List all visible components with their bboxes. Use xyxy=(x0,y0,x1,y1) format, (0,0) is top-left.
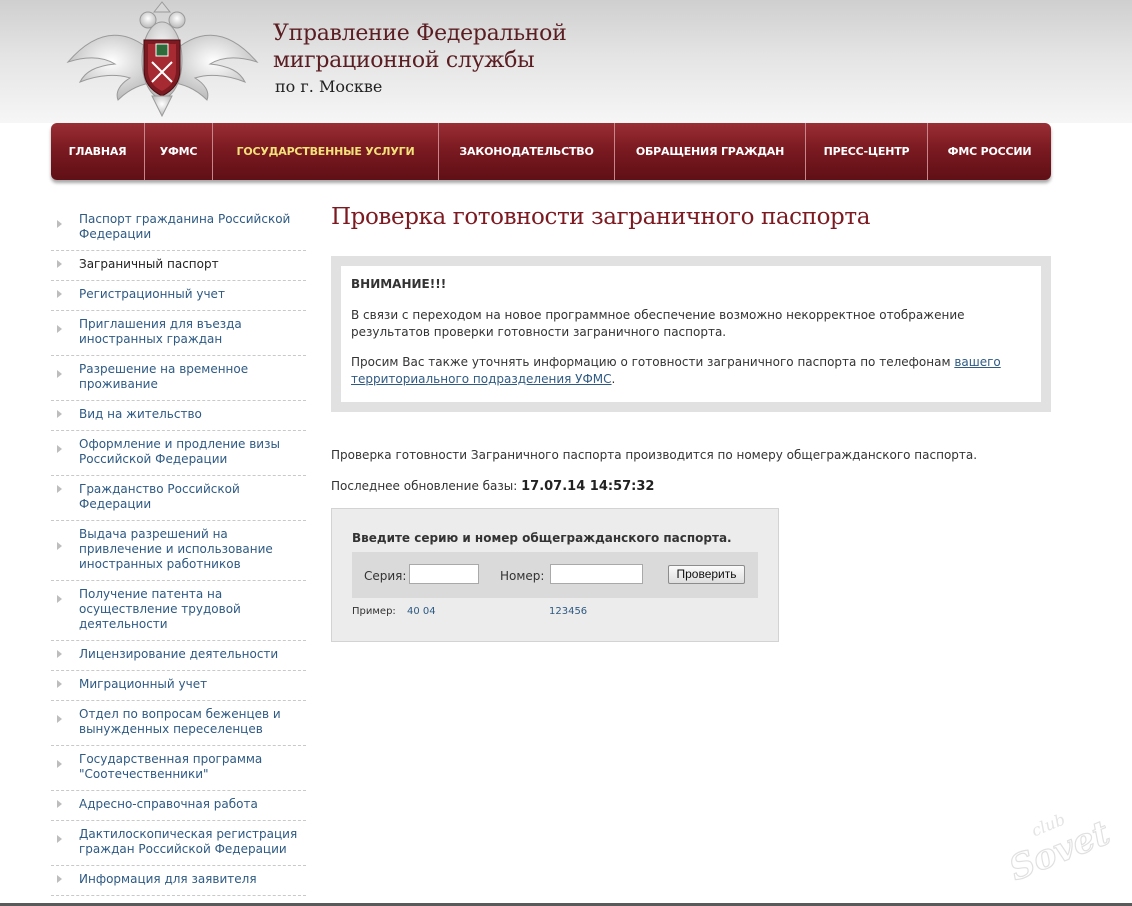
arrow-right-icon xyxy=(57,595,62,603)
notice-content: ВНИМАНИЕ!!! В связи с переходом на новое… xyxy=(341,266,1041,402)
sidebar-item-label: Получение патента на осуществление трудо… xyxy=(79,587,241,631)
example-number: 123456 xyxy=(549,606,588,617)
nav-item-fms-russia[interactable]: ФМС РОССИИ xyxy=(928,123,1051,180)
sidebar-item-label: Миграционный учет xyxy=(79,677,208,691)
number-label: Номер: xyxy=(500,569,545,583)
arrow-right-icon xyxy=(57,445,62,453)
sidebar-item-label: Адресно-справочная работа xyxy=(79,797,258,811)
passport-check-form: Введите серию и номер общегражданского п… xyxy=(331,508,779,642)
arrow-right-icon xyxy=(57,542,62,550)
number-input[interactable] xyxy=(550,564,643,584)
arrow-right-icon xyxy=(57,410,62,418)
form-input-row: Серия: Номер: Проверить xyxy=(352,552,758,598)
arrow-right-icon xyxy=(57,835,62,843)
arrow-right-icon xyxy=(57,370,62,378)
sidebar-item-label: Отдел по вопросам беженцев и вынужденных… xyxy=(79,707,281,736)
sidebar-item-label: Регистрационный учет xyxy=(79,287,225,301)
sidebar-item-visa[interactable]: Оформление и продление визы Российской Ф… xyxy=(51,431,306,476)
sidebar-item-invitations[interactable]: Приглашения для въезда иностранных гражд… xyxy=(51,311,306,356)
nav-item-citizen-appeals[interactable]: ОБРАЩЕНИЯ ГРАЖДАН xyxy=(615,123,806,180)
arrow-right-icon xyxy=(57,680,62,688)
sidebar-item-registration[interactable]: Регистрационный учет xyxy=(51,281,306,311)
page-title: Проверка готовности заграничного паспорт… xyxy=(331,204,871,230)
sidebar-item-label: Приглашения для въезда иностранных гражд… xyxy=(79,317,242,346)
notice-box: ВНИМАНИЕ!!! В связи с переходом на новое… xyxy=(331,256,1051,412)
sidebar-item-label: Гражданство Российской Федерации xyxy=(79,482,240,511)
last-update-value: 17.07.14 14:57:32 xyxy=(521,479,655,494)
sidebar-item-label: Паспорт гражданина Российской Федерации xyxy=(79,212,291,241)
site-title-line1: Управление Федеральной xyxy=(273,21,567,46)
double-headed-eagle-emblem-icon xyxy=(66,1,259,118)
site-header: Управление Федеральной миграционной служ… xyxy=(0,0,1132,123)
sidebar-item-label: Лицензирование деятельности xyxy=(79,647,279,661)
nav-item-ufms[interactable]: УФМС xyxy=(145,123,213,180)
notice-paragraph: В связи с переходом на новое программное… xyxy=(351,308,965,339)
sidebar-item-label: Информация для заявителя xyxy=(79,872,257,886)
notice-paragraph-phones: Просим Вас также уточнять информацию о г… xyxy=(351,354,1031,388)
check-info-text: Проверка готовности Заграничного паспорт… xyxy=(331,448,978,462)
arrow-right-icon xyxy=(57,290,62,298)
site-title: Управление Федеральной миграционной служ… xyxy=(273,20,567,74)
notice-phones-text: Просим Вас также уточнять информацию о г… xyxy=(351,355,955,369)
last-update-label: Последнее обновление базы: xyxy=(331,479,522,493)
site-title-line2: миграционной службы xyxy=(273,48,535,73)
sidebar-item-fingerprint-registration[interactable]: Дактилоскопическая регистрация граждан Р… xyxy=(51,821,306,866)
notice-period: . xyxy=(611,372,616,386)
sidebar-item-foreign-passport[interactable]: Заграничный паспорт xyxy=(51,251,306,281)
sidebar-item-label: Разрешение на временное проживание xyxy=(79,362,249,391)
sidebar-item-passport-rf[interactable]: Паспорт гражданина Российской Федерации xyxy=(51,206,306,251)
sidebar-menu: Паспорт гражданина Российской Федерации … xyxy=(51,206,306,896)
sidebar-item-label: Заграничный паспорт xyxy=(79,257,219,271)
series-label: Серия: xyxy=(364,569,407,583)
sidebar-item-label: Дактилоскопическая регистрация граждан Р… xyxy=(79,827,298,856)
nav-item-legislation[interactable]: ЗАКОНОДАТЕЛЬСТВО xyxy=(439,123,615,180)
arrow-right-icon xyxy=(57,260,62,268)
series-input[interactable] xyxy=(409,564,479,584)
arrow-right-icon xyxy=(57,325,62,333)
arrow-right-icon xyxy=(57,800,62,808)
arrow-right-icon xyxy=(57,220,62,228)
form-title: Введите серию и номер общегражданского п… xyxy=(352,531,732,545)
sidebar-item-label: Государственная программа "Соотечественн… xyxy=(79,752,263,781)
sidebar-item-refugees[interactable]: Отдел по вопросам беженцев и вынужденных… xyxy=(51,701,306,746)
sidebar-item-label: Выдача разрешений на привлечение и испол… xyxy=(79,527,273,571)
sidebar-item-migration-registration[interactable]: Миграционный учет xyxy=(51,671,306,701)
sidebar-item-residence-permit[interactable]: Вид на жительство xyxy=(51,401,306,431)
arrow-right-icon xyxy=(57,485,62,493)
example-series: 40 04 xyxy=(407,606,436,617)
last-update: Последнее обновление базы: 17.07.14 14:5… xyxy=(331,479,654,494)
sidebar-item-label: Оформление и продление визы Российской Ф… xyxy=(79,437,280,466)
main-navigation: ГЛАВНАЯ УФМС ГОСУДАРСТВЕННЫЕ УСЛУГИ ЗАКО… xyxy=(51,123,1051,180)
sidebar-item-applicant-info[interactable]: Информация для заявителя xyxy=(51,866,306,896)
check-button[interactable]: Проверить xyxy=(668,565,745,584)
sidebar-item-address-reference[interactable]: Адресно-справочная работа xyxy=(51,791,306,821)
arrow-right-icon xyxy=(57,760,62,768)
arrow-right-icon xyxy=(57,715,62,723)
sidebar-item-work-permits[interactable]: Выдача разрешений на привлечение и испол… xyxy=(51,521,306,581)
arrow-right-icon xyxy=(57,650,62,658)
site-subtitle: по г. Москве xyxy=(275,77,383,96)
notice-heading: ВНИМАНИЕ!!! xyxy=(351,277,447,291)
nav-item-home[interactable]: ГЛАВНАЯ xyxy=(51,123,145,180)
club-sovet-watermark-logo: club Sovet xyxy=(1003,810,1116,890)
arrow-right-icon xyxy=(57,875,62,883)
sidebar-item-temp-residence[interactable]: Разрешение на временное проживание xyxy=(51,356,306,401)
sidebar-item-compatriots-program[interactable]: Государственная программа "Соотечественн… xyxy=(51,746,306,791)
example-label: Пример: xyxy=(352,606,396,617)
nav-item-gov-services[interactable]: ГОСУДАРСТВЕННЫЕ УСЛУГИ xyxy=(213,123,439,180)
nav-item-press-center[interactable]: ПРЕСС-ЦЕНТР xyxy=(806,123,928,180)
sidebar-item-patent[interactable]: Получение патента на осуществление трудо… xyxy=(51,581,306,641)
sidebar-item-citizenship[interactable]: Гражданство Российской Федерации xyxy=(51,476,306,521)
sidebar-item-licensing[interactable]: Лицензирование деятельности xyxy=(51,641,306,671)
sidebar-item-label: Вид на жительство xyxy=(79,407,202,421)
